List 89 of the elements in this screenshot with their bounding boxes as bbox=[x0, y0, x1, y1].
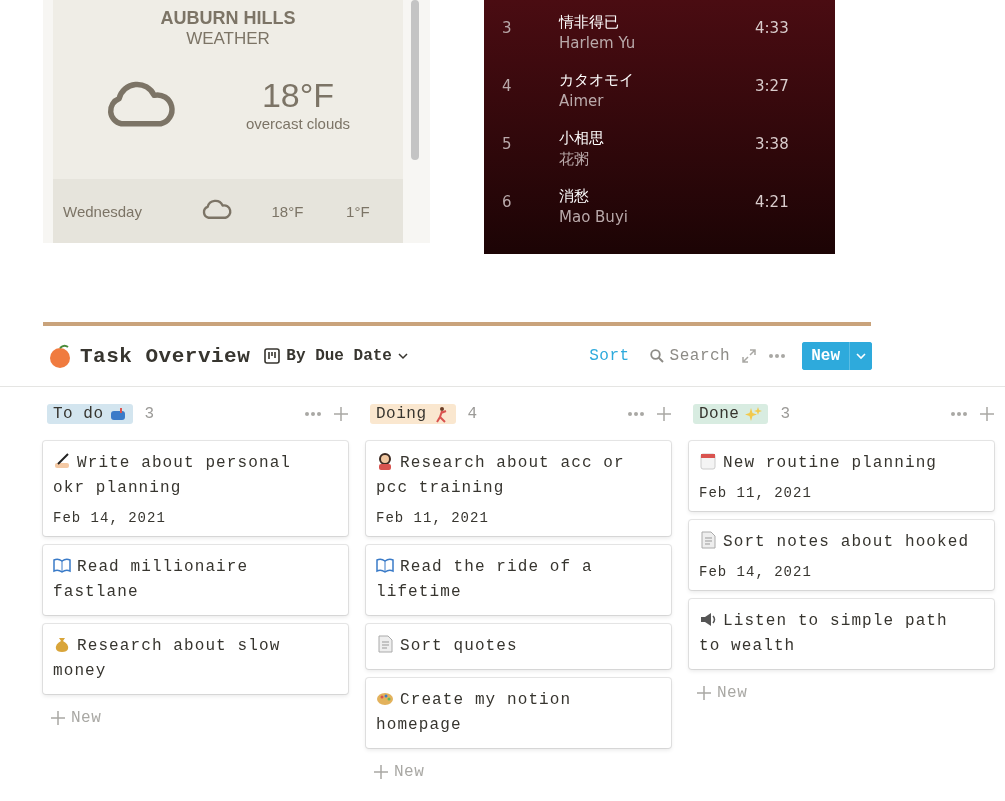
task-card[interactable]: Read millionaire fastlane bbox=[43, 545, 348, 615]
track-artist: Harlem Yu bbox=[559, 34, 637, 52]
plus-icon bbox=[980, 407, 994, 421]
task-title: Research about slow money bbox=[53, 634, 282, 682]
due-date: Feb 14, 2021 bbox=[699, 564, 813, 580]
task-card[interactable]: Sort notes about hooked Feb 14, 2021 bbox=[689, 520, 994, 590]
track-duration: 3:38 bbox=[755, 135, 790, 153]
more-icon[interactable] bbox=[627, 411, 645, 417]
task-title: New routine planning bbox=[699, 451, 979, 476]
track-number: 6 bbox=[502, 193, 513, 211]
chevron-down-icon bbox=[856, 352, 866, 360]
person-icon bbox=[376, 452, 394, 470]
plus-icon bbox=[374, 765, 388, 779]
task-card[interactable]: Listen to simple path to wealth bbox=[689, 599, 994, 669]
track-number: 3 bbox=[502, 19, 513, 37]
task-card[interactable]: Research about acc or pcc training Feb 11, 2021 bbox=[366, 441, 671, 536]
task-card[interactable]: New routine planning Feb 11, 2021 bbox=[689, 441, 994, 511]
cloud-icon bbox=[202, 199, 232, 220]
card-count: 4 bbox=[467, 405, 478, 423]
new-dropdown-button[interactable] bbox=[849, 342, 872, 370]
task-title: Create my notion homepage bbox=[376, 688, 573, 736]
card-count: 3 bbox=[780, 405, 790, 423]
weather-subtitle: WEATHER bbox=[186, 29, 270, 49]
cloud-icon bbox=[105, 79, 176, 129]
status-tag: To do bbox=[47, 404, 133, 424]
due-date: Feb 11, 2021 bbox=[699, 485, 813, 501]
speaker-icon bbox=[699, 610, 717, 628]
forecast-day: Wednesday bbox=[63, 202, 182, 220]
task-card[interactable]: Write about personal okr planning Feb 14, 2021 bbox=[43, 441, 348, 536]
track-duration: 3:27 bbox=[755, 77, 790, 95]
forecast-low: 1°F bbox=[345, 202, 371, 220]
task-title: Research about acc or pcc training bbox=[376, 451, 626, 499]
pencil-hand-icon bbox=[53, 452, 71, 470]
search-button[interactable]: Search bbox=[649, 347, 731, 365]
due-date: Feb 11, 2021 bbox=[376, 510, 490, 526]
book-icon bbox=[376, 556, 394, 574]
forecast-high: 18°F bbox=[270, 202, 305, 220]
track-duration: 4:33 bbox=[755, 19, 790, 37]
peach-icon bbox=[48, 344, 72, 368]
track-title[interactable]: 小相思 bbox=[559, 129, 755, 148]
weather-condition: overcast clouds bbox=[245, 115, 351, 132]
view-selector[interactable]: By Due Date bbox=[264, 347, 408, 365]
track-artist: Aimer bbox=[559, 92, 605, 110]
task-title: Read the ride of a lifetime bbox=[376, 555, 594, 603]
mailbox-icon bbox=[109, 405, 127, 423]
task-title: Read millionaire fastlane bbox=[53, 555, 250, 603]
task-title: Listen to simple path to wealth bbox=[699, 609, 949, 657]
task-title: Sort notes about hooked bbox=[699, 530, 979, 555]
calendar-icon bbox=[699, 452, 717, 470]
book-icon bbox=[53, 556, 71, 574]
more-icon[interactable] bbox=[768, 353, 787, 359]
add-icon[interactable] bbox=[980, 407, 994, 421]
track-artist: Mao Buyi bbox=[559, 208, 629, 226]
add-icon[interactable] bbox=[334, 407, 348, 421]
track-title[interactable]: カタオモイ bbox=[559, 71, 755, 90]
chevron-down-icon bbox=[397, 352, 408, 360]
more-icon[interactable] bbox=[950, 411, 968, 417]
track-title[interactable]: 情非得已 bbox=[559, 13, 755, 32]
track-number: 5 bbox=[502, 135, 513, 153]
plus-icon bbox=[334, 407, 348, 421]
task-title: Sort quotes bbox=[376, 634, 656, 659]
track-duration: 4:21 bbox=[755, 193, 790, 211]
track-number: 4 bbox=[502, 77, 513, 95]
search-icon bbox=[649, 349, 664, 363]
board-title: Task Overview bbox=[80, 344, 251, 368]
task-card[interactable]: Create my notion homepage bbox=[366, 678, 671, 748]
task-card[interactable]: Read the ride of a lifetime bbox=[366, 545, 671, 615]
document-icon bbox=[376, 635, 394, 653]
task-card[interactable]: Sort quotes bbox=[366, 624, 671, 669]
document-icon bbox=[699, 531, 717, 549]
board-view-icon bbox=[264, 348, 281, 364]
track-title[interactable]: 消愁 bbox=[559, 187, 755, 206]
task-card[interactable]: Research about slow money bbox=[43, 624, 348, 694]
add-icon[interactable] bbox=[657, 407, 671, 421]
scrollbar[interactable] bbox=[411, 0, 419, 160]
plus-icon bbox=[51, 711, 65, 725]
track-artist: 花粥 bbox=[559, 150, 590, 169]
money-bag-icon bbox=[53, 635, 71, 653]
plus-icon bbox=[657, 407, 671, 421]
due-date: Feb 14, 2021 bbox=[53, 510, 167, 526]
status-tag: Doing bbox=[370, 404, 456, 424]
plus-icon bbox=[697, 686, 711, 700]
more-icon[interactable] bbox=[304, 411, 322, 417]
expand-icon[interactable] bbox=[742, 349, 757, 363]
task-title: Write about personal okr planning bbox=[53, 451, 293, 499]
card-count: 3 bbox=[144, 405, 155, 423]
status-tag: Done bbox=[693, 404, 769, 424]
temperature: 18°F bbox=[261, 76, 335, 115]
weather-city: AUBURN HILLS bbox=[160, 8, 296, 29]
